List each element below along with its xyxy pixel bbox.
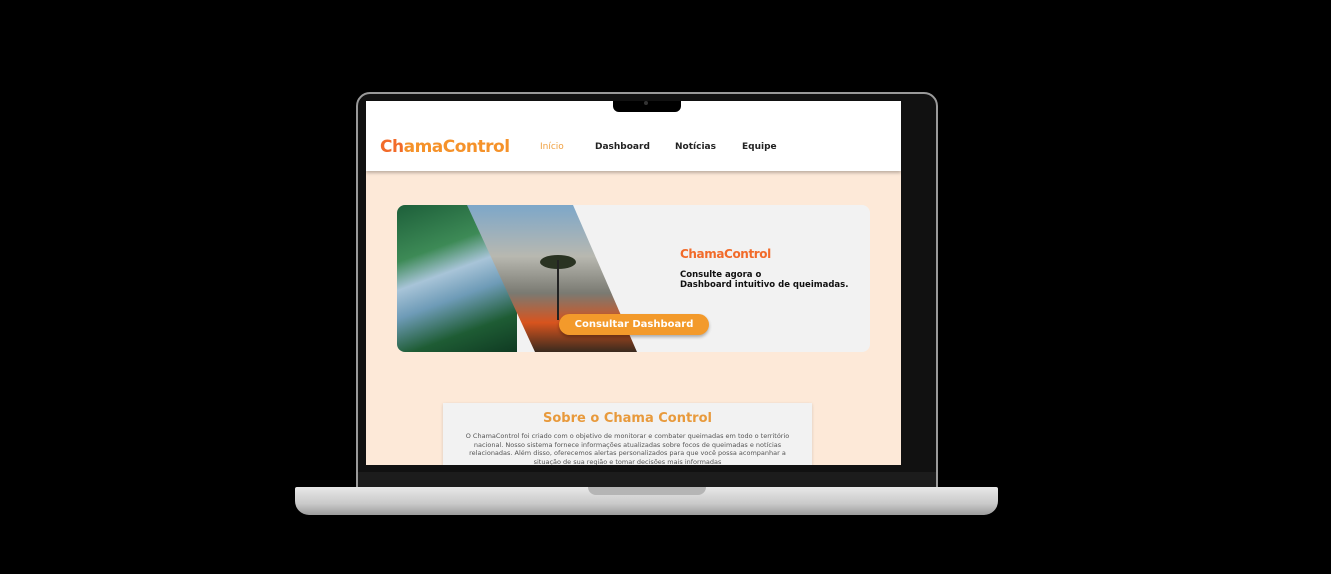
nav-equipe[interactable]: Equipe bbox=[742, 142, 777, 152]
laptop-groove bbox=[588, 487, 706, 495]
nav-noticias[interactable]: Notícias bbox=[675, 142, 716, 152]
about-card: Sobre o Chama Control O ChamaControl foi… bbox=[443, 403, 812, 465]
browser-screen: ChamaControl Início Dashboard Notícias E… bbox=[366, 101, 901, 465]
about-title: Sobre o Chama Control bbox=[543, 411, 712, 426]
banner-line2: Dashboard intuitivo de queimadas. bbox=[680, 280, 849, 290]
consultar-dashboard-button[interactable]: Consultar Dashboard bbox=[559, 314, 709, 335]
nav-dashboard[interactable]: Dashboard bbox=[595, 142, 650, 152]
camera-icon bbox=[644, 101, 648, 105]
banner-text: Consulte agora o Dashboard intuitivo de q… bbox=[680, 270, 848, 290]
hero-banner: ChamaControl Consulte agora o Dashboard i… bbox=[397, 205, 870, 352]
banner-line1: Consulte agora o bbox=[680, 270, 762, 280]
nav-inicio[interactable]: Início bbox=[540, 142, 564, 152]
banner-logo: ChamaControl bbox=[680, 247, 771, 261]
tree-trunk bbox=[557, 260, 559, 320]
screen-chin bbox=[358, 472, 936, 487]
logo[interactable]: ChamaControl bbox=[380, 137, 510, 157]
about-text: O ChamaControl foi criado com o objetivo… bbox=[465, 432, 790, 465]
